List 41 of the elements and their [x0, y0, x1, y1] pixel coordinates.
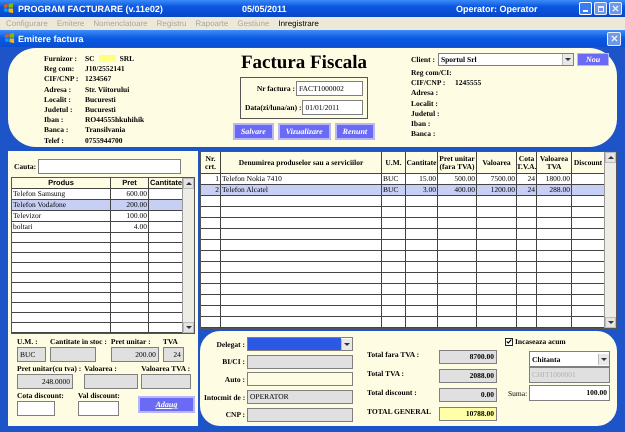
maximize-icon	[598, 6, 604, 12]
dropdown-button[interactable]	[598, 354, 609, 364]
action-button[interactable]: Renunt	[334, 123, 376, 140]
delegate-dropdown[interactable]	[247, 337, 353, 352]
date-label: 05/05/2011	[242, 4, 288, 14]
app-icon	[3, 3, 14, 14]
input-field[interactable]	[247, 372, 353, 386]
close-button[interactable]	[607, 32, 621, 46]
menu-item[interactable]: Inregistrare	[278, 19, 319, 28]
app-icon	[4, 33, 15, 44]
input-field[interactable]	[141, 374, 192, 389]
window-title: Emitere factura	[18, 34, 85, 44]
input-field[interactable]	[84, 374, 138, 389]
input-field[interactable]	[17, 401, 55, 416]
dropdown-button[interactable]	[562, 54, 573, 65]
close-button[interactable]	[609, 2, 622, 15]
scrollbar[interactable]	[182, 178, 194, 333]
dropdown-button[interactable]	[341, 338, 352, 350]
scroll-up-button[interactable]	[605, 152, 616, 163]
add-button[interactable]: Adaug	[138, 396, 195, 413]
input-field[interactable]	[247, 354, 353, 369]
app-title: PROGRAM FACTURARE (v.11e02)	[18, 4, 164, 14]
invoice-title: Factura Fiscala	[240, 52, 368, 74]
input-field[interactable]	[78, 401, 119, 416]
scroll-down-button[interactable]	[183, 322, 194, 333]
action-button[interactable]: Salvare	[232, 123, 274, 140]
maximize-button[interactable]	[594, 2, 607, 15]
checkbox[interactable]	[505, 338, 513, 346]
minimize-button[interactable]	[579, 2, 592, 15]
close-icon	[610, 35, 618, 42]
scroll-down-button[interactable]	[605, 317, 616, 328]
close-icon	[612, 5, 619, 12]
operator-label: Operator: Operator	[456, 4, 539, 14]
scrollbar[interactable]	[604, 152, 616, 328]
input-field[interactable]	[50, 347, 96, 362]
input-field[interactable]	[247, 408, 353, 422]
scroll-up-button[interactable]	[183, 178, 194, 189]
search-field[interactable]	[38, 159, 182, 174]
action-button[interactable]: Vizualizare	[278, 123, 331, 140]
minimize-icon	[583, 10, 588, 12]
new-client-button[interactable]: Nou	[576, 53, 610, 66]
